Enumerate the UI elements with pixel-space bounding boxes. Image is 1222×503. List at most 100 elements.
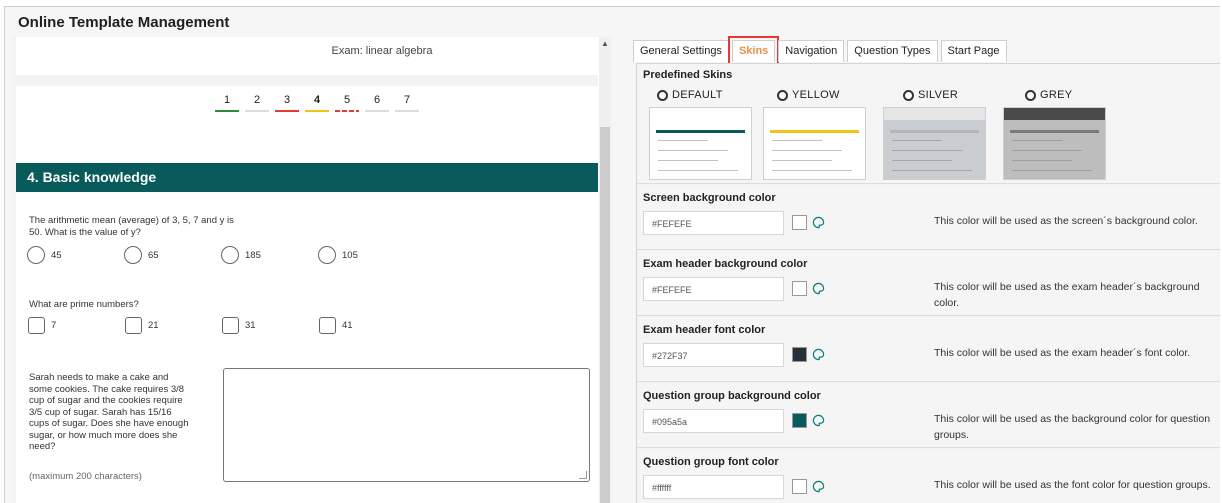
q1-option-185[interactable]: 185 (221, 246, 261, 264)
thumb-group-band (1010, 130, 1099, 133)
page-status-bar (245, 110, 269, 112)
page-5-link[interactable]: 5 (332, 94, 362, 112)
page-label: 1 (223, 94, 231, 106)
color-picker-icon[interactable] (812, 414, 825, 427)
preview-scrollbar[interactable]: ▲ (599, 37, 611, 503)
thumb-header (1004, 108, 1105, 120)
page-1-link[interactable]: 1 (212, 94, 242, 112)
setting-title: Question group background color (643, 390, 821, 402)
color-picker-icon[interactable] (812, 282, 825, 295)
page-7-link[interactable]: 7 (392, 94, 422, 112)
color-swatch[interactable] (792, 347, 807, 362)
thumb-line (1012, 170, 1092, 171)
q2-option-41[interactable]: 41 (319, 317, 353, 334)
tab-general-settings[interactable]: General Settings (633, 40, 729, 62)
page-label: 3 (283, 94, 291, 106)
skin-label: YELLOW (792, 89, 840, 101)
thumb-group-band (656, 130, 745, 133)
settings-tabs: General Settings Skins Navigation Questi… (633, 36, 1010, 66)
q2-option-31[interactable]: 31 (222, 317, 256, 334)
skin-thumbnail-silver[interactable] (883, 107, 986, 180)
color-hex-input[interactable]: #FEFEFE (643, 211, 784, 235)
color-picker-icon[interactable] (812, 348, 825, 361)
scroll-up-icon[interactable]: ▲ (601, 39, 609, 48)
page-2-link[interactable]: 2 (242, 94, 272, 112)
page-status-bar (365, 110, 389, 112)
radio-button[interactable] (318, 246, 336, 264)
color-swatch[interactable] (792, 479, 807, 494)
skins-settings-panel: Predefined Skins DEFAULT YELLOW SILVER G… (636, 63, 1220, 503)
page-label: 4 (313, 94, 321, 106)
checkbox[interactable] (222, 317, 239, 334)
skin-option-default[interactable]: DEFAULT (657, 89, 723, 101)
tab-skins[interactable]: Skins (727, 36, 780, 66)
thumb-line (658, 160, 718, 161)
skin-label: GREY (1040, 89, 1073, 101)
setting-title: Question group font color (643, 456, 779, 468)
radio-button[interactable] (221, 246, 239, 264)
tab-question-types[interactable]: Question Types (847, 40, 938, 62)
setting-title: Screen background color (643, 192, 776, 204)
page-label: 5 (343, 94, 351, 106)
thumb-line (1012, 150, 1082, 151)
color-setting-exam-header-background: Exam header background color #FEFEFE Thi… (637, 251, 1220, 316)
thumb-line (892, 150, 962, 151)
checkbox[interactable] (125, 317, 142, 334)
color-swatch[interactable] (792, 281, 807, 296)
color-setting-exam-header-font: Exam header font color #272F37 This colo… (637, 317, 1220, 382)
exam-header: Exam: linear algebra (16, 37, 598, 75)
thumb-line (658, 140, 708, 141)
resize-grip-icon[interactable] (579, 471, 587, 479)
question-2-text: What are prime numbers? (29, 299, 139, 310)
radio-button[interactable] (903, 89, 914, 101)
color-swatch[interactable] (792, 413, 807, 428)
skin-thumbnail-grey[interactable] (1003, 107, 1106, 180)
checkbox[interactable] (319, 317, 336, 334)
page-status-bar (275, 110, 299, 112)
radio-button[interactable] (777, 89, 788, 101)
option-label: 45 (51, 249, 62, 261)
answer-textarea[interactable] (223, 368, 590, 482)
skin-thumbnail-yellow[interactable] (763, 107, 866, 180)
skin-option-grey[interactable]: GREY (1025, 89, 1072, 101)
thumb-line (772, 170, 852, 171)
question-1-text: The arithmetic mean (average) of 3, 5, 7… (29, 215, 234, 238)
predefined-skins-title: Predefined Skins (643, 69, 733, 81)
page-6-link[interactable]: 6 (362, 94, 392, 112)
option-label: 7 (51, 320, 57, 331)
color-hex-input[interactable]: #FEFEFE (643, 277, 784, 301)
q1-option-65[interactable]: 65 (124, 246, 159, 264)
thumb-header (884, 108, 985, 120)
option-label: 41 (342, 320, 353, 331)
q2-option-21[interactable]: 21 (125, 317, 159, 334)
option-label: 185 (245, 249, 261, 261)
color-swatch[interactable] (792, 215, 807, 230)
app-title: Online Template Management (18, 14, 230, 31)
page-3-link[interactable]: 3 (272, 94, 302, 112)
color-picker-icon[interactable] (812, 216, 825, 229)
thumb-line (772, 150, 842, 151)
skin-option-yellow[interactable]: YELLOW (777, 89, 840, 101)
color-hex-input[interactable]: #272F37 (643, 343, 784, 367)
radio-button[interactable] (27, 246, 45, 264)
tab-start-page[interactable]: Start Page (940, 40, 1007, 62)
skin-thumbnail-default[interactable] (649, 107, 752, 180)
color-hex-input[interactable]: #095a5a (643, 409, 784, 433)
checkbox[interactable] (28, 317, 45, 334)
skin-option-silver[interactable]: SILVER (903, 89, 958, 101)
radio-button[interactable] (657, 89, 668, 101)
q1-option-45[interactable]: 45 (27, 246, 62, 264)
thumb-line (892, 170, 972, 171)
max-characters-hint: (maximum 200 characters) (29, 471, 142, 482)
question-3-text: Sarah needs to make a cake and some cook… (29, 372, 189, 452)
q1-option-105[interactable]: 105 (318, 246, 358, 264)
option-label: 21 (148, 320, 159, 331)
radio-button[interactable] (1025, 89, 1036, 101)
radio-button[interactable] (124, 246, 142, 264)
page-4-link[interactable]: 4 (302, 94, 332, 112)
q2-option-7[interactable]: 7 (28, 317, 56, 334)
color-picker-icon[interactable] (812, 480, 825, 493)
tab-navigation[interactable]: Navigation (778, 40, 845, 62)
color-hex-input[interactable]: #ffffff (643, 475, 784, 499)
scroll-thumb[interactable] (600, 127, 610, 503)
